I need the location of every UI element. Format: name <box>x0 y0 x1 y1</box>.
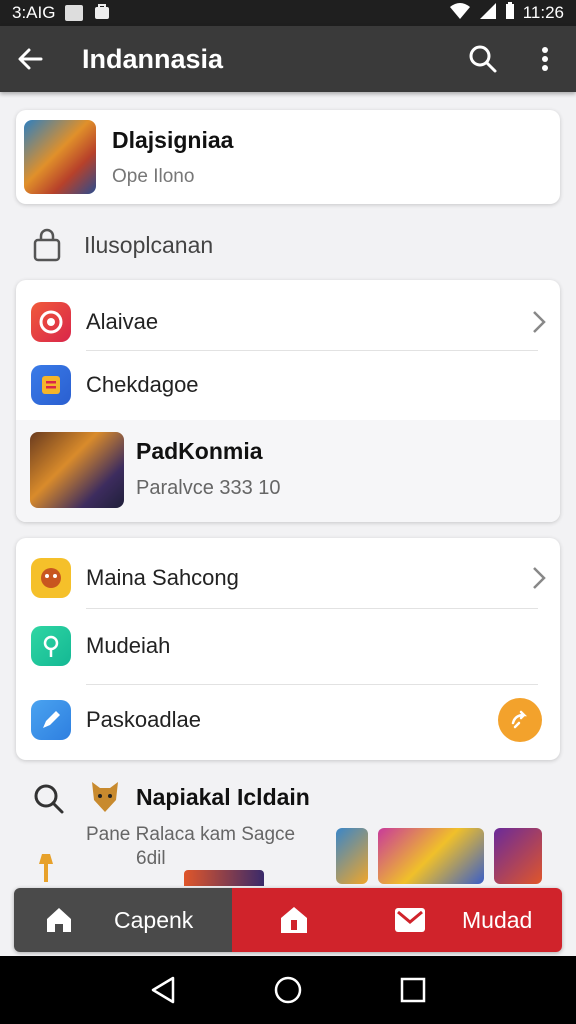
game-thumbnail[interactable] <box>494 828 542 884</box>
section-subtitle-extra: 6dil <box>136 848 166 869</box>
tab-label: Mudad <box>462 906 533 933</box>
edit-app-icon <box>31 700 71 740</box>
apps-list-card: Alaivae Chekdagoe PadKonmia Paralvce 333… <box>16 280 560 522</box>
game-thumbnail[interactable] <box>378 828 484 884</box>
arrow-left-icon <box>18 48 43 70</box>
status-bar: 3:AIG 11:26 <box>0 0 576 26</box>
square-recents-icon <box>401 977 426 1003</box>
nav-recents-button[interactable] <box>383 960 443 1020</box>
search-icon <box>34 784 64 814</box>
featured-app-card[interactable]: Dlajsigniaa Ope Ilono <box>16 110 560 204</box>
triangle-back-icon <box>151 976 174 1004</box>
app-thumbnail <box>24 120 96 194</box>
pin-app-icon <box>31 626 71 666</box>
page-title: Indannasia <box>82 43 224 74</box>
list-item[interactable]: Mudeiah <box>16 614 560 678</box>
game-subtitle: Paralvce 333 10 <box>136 477 281 499</box>
game-list-item[interactable]: PadKonmia Paralvce 333 10 <box>16 420 560 522</box>
featured-app-subtitle: Ope Ilono <box>112 165 195 187</box>
gallery-notification-icon <box>65 5 84 21</box>
status-time: 11:26 <box>522 3 564 22</box>
lion-icon <box>88 778 122 816</box>
list-item-label: Paskoadlae <box>86 707 201 732</box>
section-label: Ilusoplcanan <box>84 231 214 258</box>
chevron-right-icon <box>533 567 546 589</box>
app-icon <box>31 302 71 342</box>
tab-store[interactable] <box>232 888 356 952</box>
list-item-label: Alaivae <box>86 309 159 334</box>
app-bar: Indannasia <box>0 26 576 92</box>
nav-home-button[interactable] <box>258 960 318 1020</box>
tab-home[interactable]: Capenk <box>14 888 232 952</box>
list-item[interactable]: Alaivae <box>16 292 560 352</box>
circle-home-icon <box>274 976 302 1004</box>
wifi-icon <box>449 2 471 25</box>
lamp-icon <box>39 854 53 882</box>
action-badge[interactable] <box>498 698 542 742</box>
shopping-bag-icon <box>33 228 61 262</box>
store-icon <box>281 907 307 933</box>
game-thumbnail[interactable] <box>336 828 368 884</box>
home-icon <box>47 908 71 932</box>
tab-mail[interactable]: Mudad <box>356 888 562 952</box>
section-subtitle: Pane Ralaca kam Sagce <box>86 824 296 845</box>
section-title: Napiakal Icldain <box>136 784 310 810</box>
app-icon <box>31 365 71 405</box>
chevron-right-icon <box>533 311 546 333</box>
recommended-section: Napiakal Icldain Pane Ralaca kam Sagce 6… <box>0 770 576 886</box>
shortcut-icon <box>511 710 528 729</box>
features-list-card: Maina Sahcong Mudeiah Paskoadlae <box>16 538 560 760</box>
signal-icon <box>479 2 497 25</box>
game-title: PadKonmia <box>136 438 263 464</box>
section-header: Ilusoplcanan <box>32 228 213 262</box>
nav-back-button[interactable] <box>133 960 193 1020</box>
bottom-tab-bar: Capenk Mudad <box>14 888 562 952</box>
list-item-label: Maina Sahcong <box>86 565 239 590</box>
system-navigation-bar <box>0 956 576 1024</box>
featured-app-title: Dlajsigniaa <box>112 126 234 153</box>
list-item[interactable]: Chekdagoe <box>16 352 560 418</box>
game-thumbnail <box>30 432 124 508</box>
bag-notification-icon <box>93 2 111 25</box>
tab-label: Capenk <box>114 906 194 933</box>
list-item-label: Mudeiah <box>86 633 171 658</box>
more-vertical-icon <box>542 47 548 71</box>
more-options-button[interactable] <box>514 26 576 92</box>
search-button[interactable] <box>452 26 514 92</box>
status-carrier-text: 3:AIG <box>12 3 56 22</box>
list-item-label: Chekdagoe <box>86 372 199 397</box>
back-button[interactable] <box>0 26 60 92</box>
lion-app-icon <box>31 558 71 598</box>
mail-icon <box>395 908 425 932</box>
game-thumbnail[interactable] <box>184 870 264 886</box>
battery-icon <box>505 1 515 25</box>
list-item[interactable]: Maina Sahcong <box>16 546 560 610</box>
list-item[interactable]: Paskoadlae <box>16 688 560 752</box>
search-icon <box>469 45 497 73</box>
